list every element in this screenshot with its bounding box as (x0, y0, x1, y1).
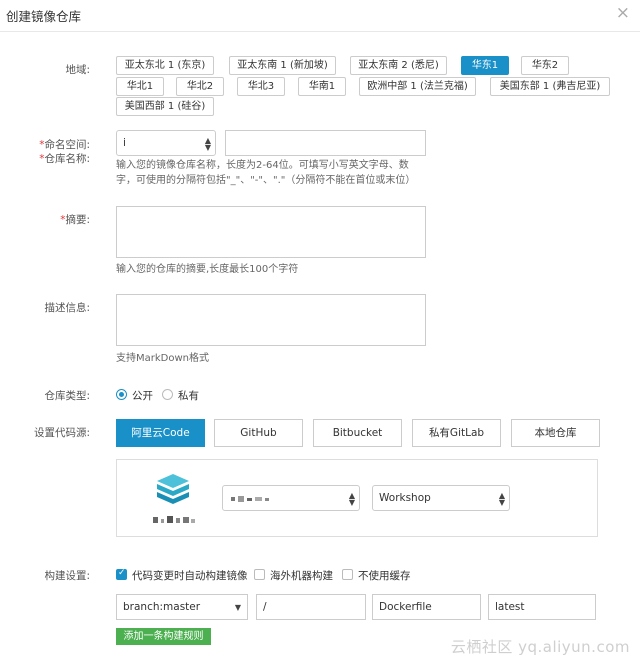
image-tag-input[interactable]: latest (488, 594, 596, 620)
code-project-value: Workshop (379, 492, 431, 504)
auto-build-label[interactable]: 代码变更时自动构建镜像 (132, 568, 248, 583)
build-settings-label: 构建设置: (44, 570, 90, 582)
aliyun-code-logo-icon (157, 474, 189, 504)
code-source-local-repo[interactable]: 本地仓库 (511, 419, 600, 447)
caret-down-icon: ▼ (234, 603, 241, 612)
no-cache-label[interactable]: 不使用缓存 (358, 568, 411, 583)
repo-type-public-radio[interactable] (116, 389, 127, 400)
build-directory-input[interactable]: / (256, 594, 366, 620)
region-option-south-china-1[interactable]: 华南1 (298, 77, 346, 96)
repo-type-label: 仓库类型: (44, 390, 90, 402)
region-option-east-china-1[interactable]: 华东1 (461, 56, 509, 75)
region-option-north-china-2[interactable]: 华北2 (176, 77, 224, 96)
region-option-virginia[interactable]: 美国东部 1 (弗吉尼亚) (490, 77, 610, 96)
repo-name-label: *仓库名称: (39, 153, 90, 165)
overseas-build-label[interactable]: 海外机器构建 (270, 568, 333, 583)
region-option-silicon-valley[interactable]: 美国西部 1 (硅谷) (116, 97, 214, 116)
repo-name-hint: 输入您的镜像仓库名称，长度为2-64位。可填写小写英文字母、数 字，可使用的分隔… (116, 160, 416, 186)
watermark: 云栖社区 yq.aliyun.com (450, 638, 630, 656)
region-label: 地域: (65, 64, 90, 76)
repo-type-private-radio[interactable] (162, 389, 173, 400)
no-cache-checkbox[interactable] (342, 569, 353, 580)
region-option-frankfurt[interactable]: 欧洲中部 1 (法兰克福) (359, 77, 476, 96)
dialog-title: 创建镜像仓库 (6, 9, 82, 24)
summary-hint: 输入您的仓库的摘要,长度最长100个字符 (116, 264, 299, 275)
account-avatar-icon (153, 516, 195, 523)
chevron-down-icon: ▼ (204, 143, 211, 152)
region-option-sydney[interactable]: 亚太东南 2 (悉尼) (350, 56, 447, 75)
repo-type-public-label[interactable]: 公开 (132, 388, 153, 403)
chevron-down-icon: ▼ (498, 498, 505, 507)
code-source-label: 设置代码源: (33, 427, 90, 439)
region-option-singapore[interactable]: 亚太东南 1 (新加坡) (229, 56, 336, 75)
description-textarea[interactable] (116, 294, 426, 346)
region-option-tokyo[interactable]: 亚太东北 1 (东京) (116, 56, 214, 75)
add-build-rule-button[interactable]: 添加一条构建规则 (116, 628, 211, 645)
summary-label: *摘要: (60, 214, 90, 226)
description-label: 描述信息: (44, 302, 90, 314)
namespace-select[interactable]: i ▲ ▼ (116, 130, 216, 156)
branch-select[interactable]: branch:master ▼ (116, 594, 248, 620)
account-name-icon (231, 496, 269, 502)
code-project-select[interactable]: Workshop ▲ ▼ (372, 485, 510, 511)
summary-textarea[interactable] (116, 206, 426, 258)
namespace-label: *命名空间: (39, 139, 90, 151)
namespace-value: i (123, 137, 126, 149)
chevron-down-icon: ▼ (348, 498, 355, 507)
code-source-private-gitlab[interactable]: 私有GitLab (412, 419, 501, 447)
region-option-east-china-2[interactable]: 华东2 (521, 56, 569, 75)
code-source-aliyun-code[interactable]: 阿里云Code (116, 419, 205, 447)
description-hint: 支持MarkDown格式 (116, 353, 209, 364)
region-option-north-china-1[interactable]: 华北1 (116, 77, 164, 96)
auto-build-checkbox[interactable] (116, 568, 127, 580)
code-source-panel: ▲ ▼ Workshop ▲ ▼ (116, 459, 598, 537)
dialog-header: 创建镜像仓库 × (0, 0, 640, 32)
close-icon[interactable]: × (616, 3, 630, 23)
code-account-select[interactable]: ▲ ▼ (222, 485, 360, 511)
code-source-github[interactable]: GitHub (214, 419, 303, 447)
code-source-bitbucket[interactable]: Bitbucket (313, 419, 402, 447)
repo-name-input[interactable] (225, 130, 426, 156)
dockerfile-input[interactable]: Dockerfile (372, 594, 481, 620)
overseas-build-checkbox[interactable] (254, 569, 265, 580)
region-option-north-china-3[interactable]: 华北3 (237, 77, 285, 96)
repo-type-private-label[interactable]: 私有 (178, 388, 199, 403)
branch-value: branch:master (123, 601, 201, 613)
